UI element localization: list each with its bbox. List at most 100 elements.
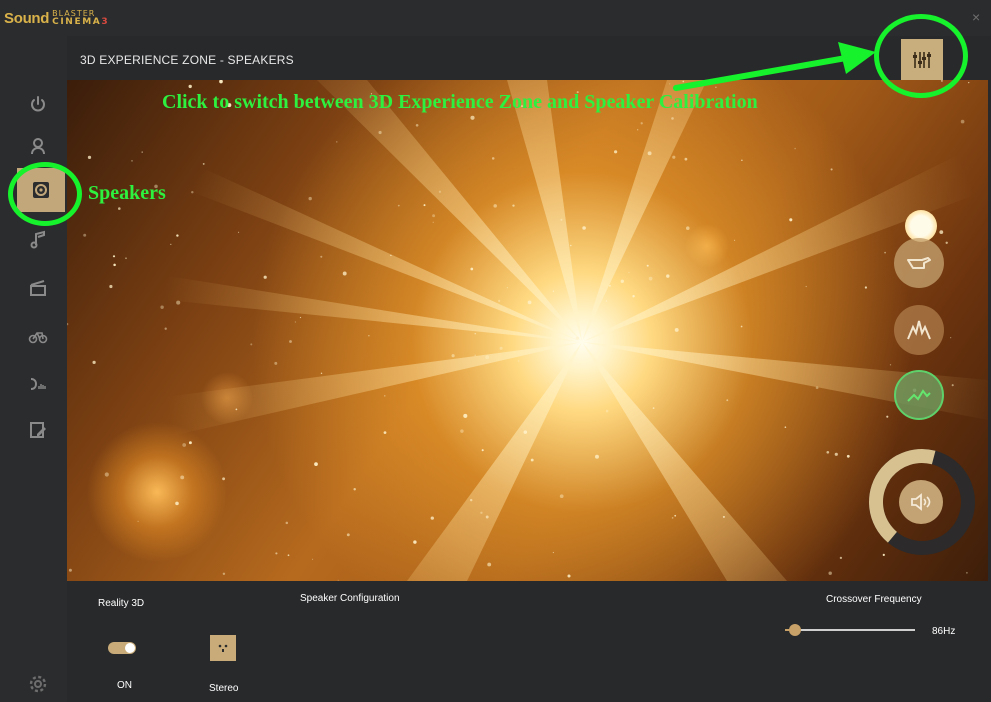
clapperboard-icon bbox=[30, 280, 46, 296]
gear-icon bbox=[29, 675, 47, 693]
star bbox=[336, 141, 338, 143]
crossover-frequency-slider[interactable] bbox=[785, 624, 915, 636]
star bbox=[789, 218, 793, 222]
star bbox=[945, 241, 948, 244]
star bbox=[299, 316, 302, 319]
star bbox=[180, 475, 185, 480]
logo-word: Sound bbox=[4, 9, 50, 27]
star bbox=[112, 255, 116, 258]
star bbox=[353, 488, 356, 491]
stereo-config-button[interactable] bbox=[210, 635, 236, 661]
annotation-arrow bbox=[673, 42, 876, 91]
star bbox=[346, 533, 350, 537]
star bbox=[238, 231, 240, 233]
app-window: Sound BLASTER CINEMA3 × 3D EXPERIENCE ZO… bbox=[0, 0, 991, 702]
star bbox=[567, 574, 571, 578]
star bbox=[118, 207, 121, 210]
star bbox=[552, 551, 555, 554]
volume-button[interactable] bbox=[899, 480, 943, 524]
star bbox=[965, 571, 968, 574]
slider-thumb[interactable] bbox=[789, 624, 802, 636]
star bbox=[480, 511, 483, 515]
star bbox=[432, 214, 436, 218]
star bbox=[274, 361, 278, 365]
star bbox=[614, 150, 618, 154]
star bbox=[320, 255, 323, 258]
star bbox=[493, 204, 497, 208]
star bbox=[671, 117, 674, 120]
star bbox=[646, 264, 649, 267]
star bbox=[289, 340, 292, 343]
star bbox=[175, 501, 179, 506]
star bbox=[109, 284, 113, 289]
annotation-switch-hint: Click to switch between 3D Experience Zo… bbox=[162, 91, 758, 113]
star bbox=[950, 337, 952, 339]
star bbox=[794, 147, 796, 150]
sidebar-item-voice[interactable] bbox=[20, 366, 56, 402]
star bbox=[570, 244, 572, 247]
star bbox=[671, 517, 674, 519]
star bbox=[312, 558, 314, 560]
star bbox=[523, 430, 528, 434]
speaker-volume-icon bbox=[911, 493, 931, 511]
star bbox=[815, 386, 819, 390]
star bbox=[219, 80, 223, 84]
star bbox=[222, 572, 226, 576]
reality-3d-label: Reality 3D bbox=[98, 598, 145, 609]
star bbox=[575, 336, 580, 341]
star bbox=[648, 276, 653, 281]
star bbox=[188, 441, 192, 445]
sidebar-item-edit[interactable] bbox=[20, 412, 56, 448]
star bbox=[314, 462, 318, 466]
star bbox=[530, 458, 534, 462]
star bbox=[383, 431, 387, 434]
waveform-effect-button[interactable] bbox=[894, 370, 944, 420]
reality-3d-toggle[interactable] bbox=[108, 642, 136, 654]
star bbox=[951, 384, 954, 387]
waveform-icon bbox=[907, 389, 931, 402]
star bbox=[726, 399, 729, 402]
sidebar-item-movie[interactable] bbox=[20, 270, 56, 306]
star bbox=[342, 271, 347, 276]
star bbox=[485, 355, 490, 360]
logo-number: 3 bbox=[101, 17, 110, 27]
star bbox=[686, 226, 690, 230]
sidebar-item-music[interactable] bbox=[20, 222, 56, 258]
burst-effect-button[interactable] bbox=[894, 305, 944, 355]
star bbox=[222, 477, 226, 481]
pointer-effect-button[interactable] bbox=[894, 238, 944, 288]
star bbox=[384, 395, 386, 397]
star bbox=[828, 571, 832, 575]
music-note-icon bbox=[30, 230, 45, 249]
annotation-speakers-hint: Speakers bbox=[88, 182, 166, 204]
logo-cinema-text: CINEMA bbox=[52, 17, 102, 27]
settings-button[interactable] bbox=[20, 666, 56, 702]
star bbox=[652, 407, 655, 409]
star bbox=[826, 450, 830, 454]
star bbox=[506, 287, 508, 289]
sidebar-item-power[interactable] bbox=[20, 86, 56, 122]
star bbox=[485, 515, 489, 519]
star bbox=[884, 251, 886, 254]
star bbox=[460, 429, 464, 433]
star bbox=[498, 299, 501, 303]
sidebar-item-game[interactable] bbox=[20, 318, 56, 354]
bike-icon bbox=[28, 332, 48, 344]
sidebar bbox=[0, 36, 67, 702]
star bbox=[469, 498, 473, 502]
star bbox=[470, 115, 475, 120]
crossover-frequency-label: Crossover Frequency bbox=[826, 594, 922, 605]
star bbox=[294, 321, 297, 323]
star bbox=[320, 372, 323, 375]
user-icon bbox=[31, 138, 45, 155]
close-window-button[interactable]: × bbox=[972, 9, 980, 25]
star bbox=[830, 168, 833, 171]
crossover-frequency-value: 86Hz bbox=[932, 626, 956, 637]
speaker-configuration-label: Speaker Configuration bbox=[300, 593, 400, 604]
star bbox=[87, 155, 92, 160]
star bbox=[734, 239, 736, 241]
star bbox=[423, 204, 426, 207]
star bbox=[632, 294, 635, 298]
star bbox=[939, 230, 944, 235]
sidebar-item-profile[interactable] bbox=[20, 128, 56, 164]
